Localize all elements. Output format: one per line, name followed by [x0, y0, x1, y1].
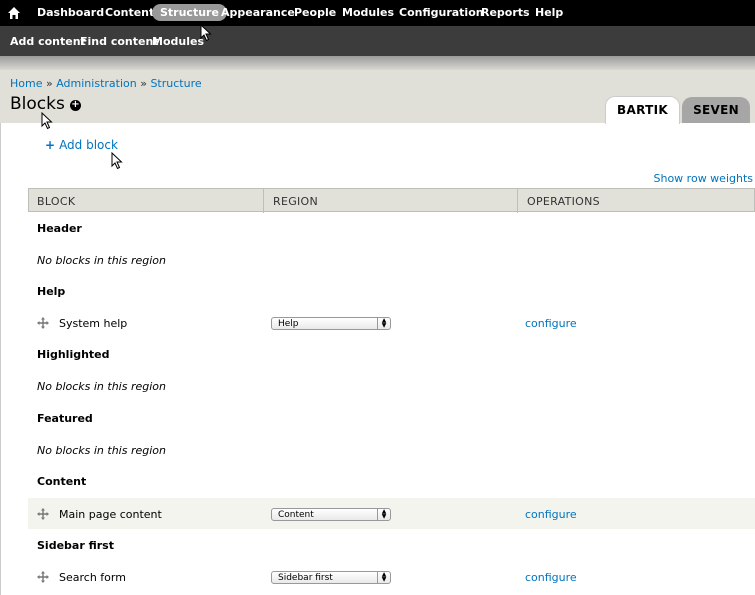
- cursor-icon: [111, 152, 123, 170]
- shortcut-add-content[interactable]: Add content: [10, 35, 86, 48]
- block-name: Search form: [59, 571, 126, 584]
- menu-content[interactable]: Content: [105, 6, 154, 19]
- breadcrumb-structure[interactable]: Structure: [150, 77, 201, 90]
- menu-help[interactable]: Help: [535, 6, 563, 19]
- region-select[interactable]: Help ▲ ▼: [271, 317, 391, 330]
- select-arrows-icon: ▲ ▼: [377, 572, 390, 583]
- content-border: [0, 123, 1, 595]
- select-arrows-icon: ▲ ▼: [377, 318, 390, 329]
- drag-handle-icon[interactable]: [37, 317, 49, 329]
- region-select[interactable]: Content ▲ ▼: [271, 508, 391, 521]
- home-icon[interactable]: [6, 5, 22, 21]
- breadcrumb-administration[interactable]: Administration: [56, 77, 137, 90]
- tab-seven[interactable]: SEVEN: [682, 97, 750, 123]
- region-empty-message: No blocks in this region: [37, 444, 166, 457]
- column-divider: [263, 189, 264, 213]
- block-name: Main page content: [59, 508, 162, 521]
- shortcut-modules[interactable]: Modules: [152, 35, 204, 48]
- menu-modules[interactable]: Modules: [342, 6, 394, 19]
- table-row: Search form Sidebar first ▲ ▼ configure: [28, 562, 755, 593]
- column-divider: [517, 189, 518, 213]
- table-row: System help Help ▲ ▼ configure: [28, 308, 755, 339]
- region-select-value: Help: [278, 319, 299, 329]
- menu-dashboard[interactable]: Dashboard: [37, 6, 104, 19]
- admin-toolbar: Dashboard Content Structure Appearance P…: [0, 0, 755, 26]
- select-arrows-icon: ▲ ▼: [377, 509, 390, 520]
- add-block-label: Add block: [59, 138, 118, 152]
- region-title-content: Content: [37, 475, 87, 488]
- show-row-weights-link[interactable]: Show row weights: [654, 172, 754, 185]
- region-empty-message: No blocks in this region: [37, 254, 166, 267]
- menu-structure[interactable]: Structure: [152, 4, 227, 21]
- tab-bartik[interactable]: BARTIK: [605, 96, 680, 124]
- shortcut-find-content[interactable]: Find content: [80, 35, 159, 48]
- toolbar-shadow: [0, 56, 755, 70]
- table-row: Main page content Content ▲ ▼ configure: [28, 498, 755, 529]
- configure-link[interactable]: configure: [525, 571, 577, 584]
- plus-icon: +: [45, 138, 56, 152]
- add-shortcut-icon[interactable]: +: [70, 100, 81, 111]
- region-select-value: Sidebar first: [278, 573, 333, 583]
- drag-handle-icon[interactable]: [37, 508, 49, 520]
- region-select-value: Content: [278, 510, 314, 520]
- region-title-sidebar-first: Sidebar first: [37, 539, 114, 552]
- region-title-featured: Featured: [37, 412, 93, 425]
- region-title-highlighted: Highlighted: [37, 348, 110, 361]
- region-select[interactable]: Sidebar first ▲ ▼: [271, 571, 391, 584]
- menu-appearance[interactable]: Appearance: [221, 6, 295, 19]
- region-title-help: Help: [37, 285, 66, 298]
- column-header-operations: OPERATIONS: [527, 195, 600, 208]
- column-header-block: BLOCK: [37, 195, 76, 208]
- add-block-link[interactable]: + Add block: [45, 138, 118, 152]
- menu-configuration[interactable]: Configuration: [399, 6, 484, 19]
- region-empty-message: No blocks in this region: [37, 380, 166, 393]
- breadcrumb-separator: »: [45, 77, 53, 90]
- menu-reports[interactable]: Reports: [481, 6, 530, 19]
- shortcuts-bar: Add content Find content Modules: [0, 26, 755, 56]
- breadcrumb: Home » Administration » Structure: [10, 77, 202, 90]
- page-title: Blocks: [10, 94, 65, 114]
- configure-link[interactable]: configure: [525, 317, 577, 330]
- cursor-icon: [41, 112, 53, 130]
- drag-handle-icon[interactable]: [37, 571, 49, 583]
- cursor-icon: [200, 24, 212, 42]
- column-header-region: REGION: [273, 195, 319, 208]
- table-header: BLOCK REGION OPERATIONS: [28, 188, 755, 213]
- breadcrumb-home[interactable]: Home: [10, 77, 42, 90]
- breadcrumb-separator: »: [140, 77, 147, 90]
- region-title-header: Header: [37, 222, 82, 235]
- menu-people[interactable]: People: [294, 6, 336, 19]
- block-name: System help: [59, 317, 128, 330]
- configure-link[interactable]: configure: [525, 508, 577, 521]
